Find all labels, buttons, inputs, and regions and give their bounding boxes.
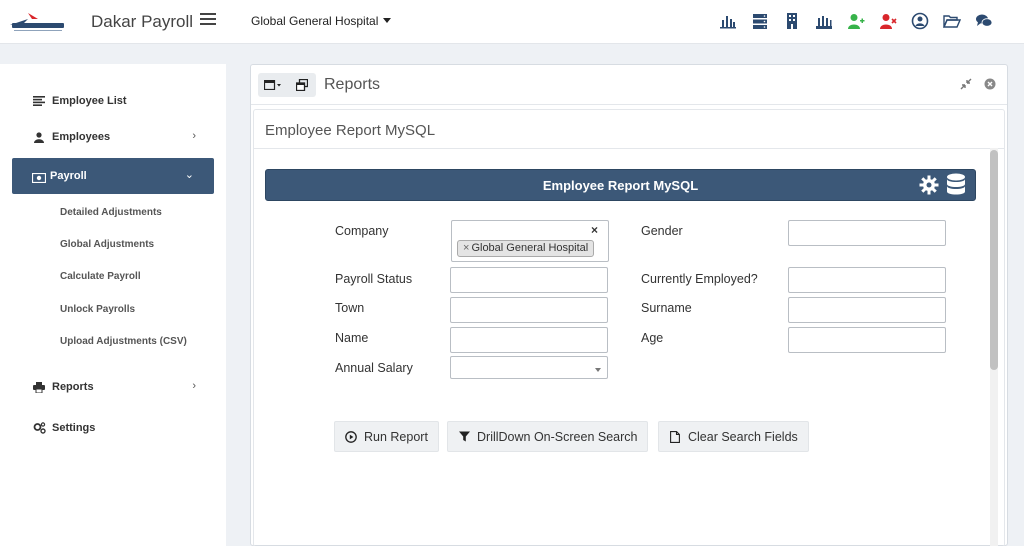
user-icon [32, 130, 46, 144]
clear-selection-icon[interactable]: × [591, 223, 598, 237]
chevron-right-icon: › [192, 130, 196, 142]
play-circle-icon [345, 430, 357, 443]
app-brand[interactable]: Dakar Payroll [91, 12, 193, 32]
currently-employed-label: Currently Employed? [641, 272, 758, 286]
sidebar-subitem-detailed-adjustments[interactable]: Detailed Adjustments [60, 207, 162, 218]
server-icon[interactable] [750, 12, 770, 30]
user-plus-icon[interactable] [846, 12, 866, 30]
report-container: Employee Report MySQL Employee Report My… [253, 109, 1005, 546]
name-label: Name [335, 331, 369, 345]
company-dropdown-label: Global General Hospital [251, 14, 379, 28]
print-icon [32, 380, 46, 394]
company-label: Company [335, 224, 389, 238]
panel-title: Reports [324, 76, 381, 93]
gender-field[interactable] [788, 220, 946, 246]
compress-icon[interactable] [959, 77, 973, 91]
payroll-status-field[interactable] [450, 267, 608, 293]
surname-label: Surname [641, 301, 692, 315]
cogs-icon [32, 421, 46, 435]
sidebar-item-employees[interactable]: Employees [32, 130, 202, 144]
sidebar-label-settings: Settings [52, 422, 96, 434]
sidebar-item-employee-list[interactable]: Employee List [32, 94, 127, 108]
company-dropdown[interactable]: Global General Hospital [251, 14, 392, 28]
sidebar: Employee List Employees › Payroll ⌄ Deta… [0, 64, 226, 546]
sidebar-item-settings[interactable]: Settings [32, 421, 95, 435]
vertical-scrollbar[interactable] [990, 148, 998, 546]
close-icon[interactable] [983, 77, 997, 91]
chevron-down-icon: ⌄ [184, 169, 194, 181]
caret-down-icon [595, 368, 601, 372]
drilldown-label: DrillDown On-Screen Search [477, 429, 638, 444]
scrollbar-thumb[interactable] [990, 150, 998, 370]
drilldown-search-button[interactable]: DrillDown On-Screen Search [447, 421, 649, 452]
annual-salary-select[interactable] [450, 356, 608, 379]
menu-toggle-icon[interactable] [200, 11, 216, 27]
chip-remove-icon[interactable]: × [463, 242, 469, 254]
bar-chart-icon[interactable] [718, 12, 738, 30]
reports-panel: Reports Employee Report MySQL Employee R… [250, 64, 1008, 546]
sidebar-label-payroll: Payroll [50, 170, 87, 182]
divider [254, 148, 1004, 149]
window-restore-icon[interactable] [291, 76, 313, 94]
name-field[interactable] [450, 327, 608, 353]
sidebar-subitem-unlock-payrolls[interactable]: Unlock Payrolls [60, 304, 135, 315]
sidebar-label-employees: Employees [52, 131, 111, 143]
folder-open-icon[interactable] [942, 12, 962, 30]
surname-field[interactable] [788, 297, 946, 323]
database-icon[interactable] [945, 173, 967, 197]
town-label: Town [335, 301, 365, 315]
company-chip-label: Global General Hospital [471, 242, 589, 254]
filter-icon [458, 431, 470, 443]
sidebar-label-employee-list: Employee List [52, 95, 127, 107]
caret-down-icon [383, 18, 392, 23]
age-label: Age [641, 331, 664, 345]
panel-window-controls [959, 77, 997, 91]
clear-search-fields-button[interactable]: Clear Search Fields [658, 421, 809, 452]
currently-employed-field[interactable] [788, 267, 946, 293]
money-icon [31, 170, 47, 184]
report-title: Employee Report MySQL [265, 122, 436, 139]
panel-header: Reports [251, 65, 1007, 105]
annual-salary-label: Annual Salary [335, 361, 413, 375]
building-icon[interactable] [782, 12, 802, 30]
comments-icon[interactable] [974, 12, 994, 30]
chevron-right-icon: › [192, 380, 196, 392]
user-circle-icon[interactable] [910, 12, 930, 30]
payroll-status-label: Payroll Status [335, 272, 413, 286]
company-multiselect[interactable]: × × Global General Hospital [451, 220, 609, 262]
top-toolbar [718, 12, 994, 30]
clear-label: Clear Search Fields [688, 429, 798, 444]
gender-label: Gender [641, 224, 683, 238]
window-dropdown-button[interactable] [262, 76, 284, 94]
run-report-button[interactable]: Run Report [334, 421, 439, 452]
report-header-title: Employee Report MySQL [542, 178, 699, 193]
age-field[interactable] [788, 327, 946, 353]
sidebar-item-reports[interactable]: Reports [32, 380, 94, 394]
sidebar-subitem-upload-adjustments[interactable]: Upload Adjustments (CSV) [60, 336, 187, 347]
list-icon [32, 94, 46, 108]
panel-header-buttons [258, 73, 316, 97]
top-navbar: Dakar Payroll Global General Hospital [0, 0, 1024, 44]
company-chip: × Global General Hospital [457, 240, 595, 257]
sidebar-subitem-global-adjustments[interactable]: Global Adjustments [60, 239, 154, 250]
file-icon [669, 430, 681, 443]
sidebar-subitem-calculate-payroll[interactable]: Calculate Payroll [60, 271, 141, 282]
run-report-label: Run Report [364, 429, 428, 444]
sidebar-item-payroll[interactable]: Payroll ⌄ [12, 158, 214, 194]
gear-icon[interactable] [919, 175, 939, 195]
sidebar-label-reports: Reports [52, 381, 94, 393]
industry-icon[interactable] [814, 12, 834, 30]
report-header-bar: Employee Report MySQL [265, 169, 976, 201]
town-field[interactable] [450, 297, 608, 323]
dakar-logo[interactable] [8, 9, 68, 33]
user-remove-icon[interactable] [878, 12, 898, 30]
